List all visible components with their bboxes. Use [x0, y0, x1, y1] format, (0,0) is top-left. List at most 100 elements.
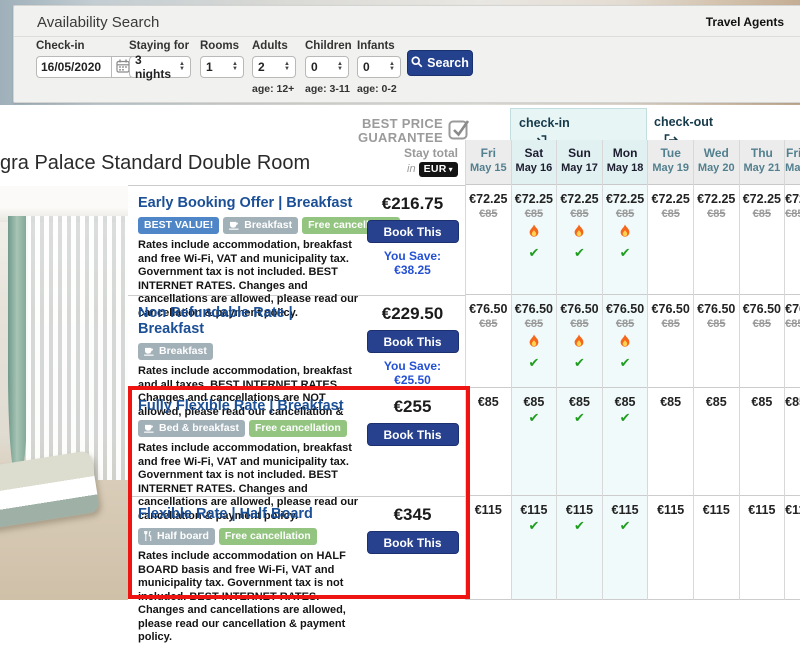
panel-header: Availability Search Travel Agents: [14, 6, 800, 37]
rooms-label: Rooms: [200, 40, 244, 52]
you-save-label: You Save:: [384, 249, 441, 263]
travel-agents-link[interactable]: Travel Agents: [706, 15, 784, 29]
rate-title[interactable]: Early Booking Offer | Breakfast: [138, 195, 360, 211]
children-field: Children 0 ▲▼ age: 3-11: [305, 40, 352, 95]
check-in-header: check-in: [510, 108, 647, 140]
price-cell[interactable]: €76.50€85: [694, 295, 739, 388]
price-cell[interactable]: €76.50€85: [785, 295, 800, 388]
check-icon: ✔: [557, 411, 602, 424]
stepper-icon: ▲▼: [284, 62, 290, 72]
day-column-header: MonMay 18: [603, 140, 648, 185]
price-cell[interactable]: €76.50€85: [648, 295, 693, 388]
price-cell[interactable]: €85: [740, 388, 785, 496]
book-this-button[interactable]: Book This: [367, 531, 459, 554]
adults-label: Adults: [252, 40, 296, 52]
price-cell[interactable]: €72.25€85: [648, 185, 693, 295]
book-this-button[interactable]: Book This: [367, 423, 459, 446]
price-cell[interactable]: €72.25€85: [740, 185, 785, 295]
fire-icon: [573, 224, 585, 239]
stepper-icon: ▲▼: [337, 62, 343, 72]
rate-title[interactable]: Flexible Rate | Half Board: [138, 506, 360, 522]
infants-age-hint: age: 0-2: [357, 83, 401, 95]
price-cell[interactable]: €72.25€85: [466, 185, 511, 295]
day-column: ThuMay 21€72.25€85€76.50€85€85€115: [739, 140, 785, 600]
you-save-note: You Save: €38.25: [360, 249, 465, 277]
price-cell[interactable]: €85✔: [557, 388, 602, 496]
price-cell[interactable]: €115: [694, 496, 739, 600]
search-icon: [411, 56, 423, 71]
price-cell[interactable]: €115✔: [512, 496, 557, 600]
price-cell[interactable]: €76.50€85✔: [557, 295, 602, 388]
rate-title[interactable]: Non Refundable Rate | Breakfast: [138, 305, 360, 337]
rates-card: Early Booking Offer | Breakfast BEST VAL…: [128, 185, 465, 600]
price-grid: FriMay 15€72.25€85€76.50€85€85€115SatMay…: [465, 140, 800, 600]
book-this-button[interactable]: Book This: [367, 220, 459, 243]
adults-value: 2: [258, 60, 265, 74]
currency-value: EUR: [424, 163, 447, 175]
rate-tag: Breakfast: [138, 343, 213, 360]
price-cell[interactable]: €76.50€85✔: [512, 295, 557, 388]
room-title: gra Palace Standard Double Room: [0, 152, 310, 175]
you-save-amount: €38.25: [394, 263, 431, 277]
price-cell[interactable]: €115: [785, 496, 800, 600]
price-cell[interactable]: €85✔: [512, 388, 557, 496]
price-cell[interactable]: €115: [648, 496, 693, 600]
adults-select[interactable]: 2 ▲▼: [252, 56, 296, 78]
rate-tag: BEST VALUE!: [138, 217, 219, 234]
rate-tag: Free cancellation: [219, 528, 317, 545]
currency-selector[interactable]: EUR▾: [419, 162, 458, 177]
checkin-field: Check-in: [36, 40, 135, 78]
price-cell[interactable]: €85: [466, 388, 511, 496]
price-cell[interactable]: €85: [648, 388, 693, 496]
fire-icon: [619, 334, 631, 349]
price-cell[interactable]: €72.25€85✔: [603, 185, 648, 295]
stay-total-price: €216.75: [360, 194, 465, 214]
checkin-input[interactable]: [36, 56, 111, 78]
room-photo: [0, 186, 128, 600]
price-cell[interactable]: €72.25€85✔: [557, 185, 602, 295]
price-cell[interactable]: €76.50€85: [740, 295, 785, 388]
price-cell[interactable]: €72.25€85: [694, 185, 739, 295]
rate-tags: Breakfast: [138, 343, 360, 360]
stay-total-price: €255: [360, 397, 465, 417]
price-cell[interactable]: €115✔: [603, 496, 648, 600]
staying-for-select[interactable]: 3 nights ▲▼: [129, 56, 191, 78]
staying-for-value: 3 nights: [135, 53, 175, 81]
infants-select[interactable]: 0 ▲▼: [357, 56, 401, 78]
price-cell[interactable]: €115✔: [557, 496, 602, 600]
children-age-hint: age: 3-11: [305, 83, 352, 95]
price-cell[interactable]: €76.50€85: [466, 295, 511, 388]
search-button[interactable]: Search: [407, 50, 473, 76]
children-select[interactable]: 0 ▲▼: [305, 56, 349, 78]
cup-icon: [144, 424, 155, 433]
rooms-select[interactable]: 1 ▲▼: [200, 56, 244, 78]
price-cell[interactable]: €72.25€85✔: [512, 185, 557, 295]
children-value: 0: [311, 60, 318, 74]
day-column-header: FriMay 15: [466, 140, 511, 185]
check-icon: ✔: [603, 356, 648, 369]
price-cell[interactable]: €85✔: [603, 388, 648, 496]
rate-title[interactable]: Fully Flexible Rate | Breakfast: [138, 398, 360, 414]
best-price-line2: GUARANTEE: [358, 130, 443, 145]
price-cell[interactable]: €76.50€85✔: [603, 295, 648, 388]
price-cell[interactable]: €85: [785, 388, 800, 496]
price-cell[interactable]: €115: [740, 496, 785, 600]
results-area: gra Palace Standard Double Room BEST PRI…: [0, 105, 800, 600]
price-cell[interactable]: €85: [694, 388, 739, 496]
rate-tag: Half board: [138, 528, 215, 545]
chevron-down-icon: ▾: [449, 165, 453, 174]
check-icon: ✔: [557, 246, 602, 259]
price-cell[interactable]: €72.25€85: [785, 185, 800, 295]
check-icon: ✔: [603, 519, 648, 532]
check-out-label: check-out: [654, 115, 713, 129]
best-price-guarantee: BEST PRICE GUARANTEE: [352, 117, 470, 145]
price-cell[interactable]: €115: [466, 496, 511, 600]
search-button-label: Search: [427, 56, 469, 70]
book-this-button[interactable]: Book This: [367, 330, 459, 353]
fire-icon: [528, 334, 540, 349]
day-column-header: ThuMay 21: [740, 140, 785, 185]
check-icon: ✔: [603, 246, 648, 259]
checkin-label: Check-in: [36, 40, 135, 52]
rate-tag: Free cancellation: [249, 420, 347, 437]
page: Availability Search Travel Agents Check-…: [0, 0, 800, 600]
